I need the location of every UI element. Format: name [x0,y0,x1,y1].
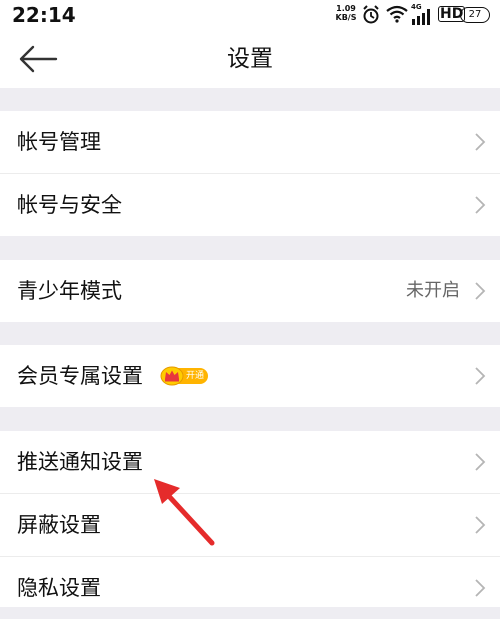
battery-icon: 27 [460,7,490,23]
chevron-right-icon [475,133,486,151]
network-speed-value: 1.09 [336,4,356,13]
cell-signal-icon: 4G [411,3,435,25]
header-bar: 设置 [0,30,500,88]
account-management-label: 帐号管理 [17,130,101,154]
annotation-arrow-icon [154,479,215,546]
member-settings-item[interactable]: 会员专属设置 开通 [0,345,500,407]
push-notification-settings-item[interactable]: 推送通知设置 [0,431,500,493]
page-title: 设置 [227,46,273,72]
account-security-item[interactable]: 帐号与安全 [0,174,500,236]
chevron-right-icon [475,516,486,534]
block-settings-label: 屏蔽设置 [17,513,101,537]
youth-mode-status: 未开启 [406,280,460,301]
chevron-right-icon [475,579,486,597]
youth-mode-label: 青少年模式 [17,279,122,303]
alarm-icon [363,5,379,24]
member-badge: 开通 [160,366,208,386]
crown-icon [160,366,184,386]
block-settings-item[interactable]: 屏蔽设置 [0,494,500,556]
network-speed: 1.09 KB/S [335,4,357,22]
chevron-right-icon [475,196,486,214]
account-security-label: 帐号与安全 [17,193,122,217]
push-notification-settings-label: 推送通知设置 [17,450,143,474]
network-speed-unit: KB/S [335,13,357,22]
chevron-right-icon [475,367,486,385]
privacy-settings-item[interactable]: 隐私设置 [0,557,500,607]
status-bar: 22:14 1.09 KB/S 4G HD 27 [0,0,500,30]
youth-mode-item[interactable]: 青少年模式 未开启 [0,260,500,322]
status-time: 22:14 [12,3,76,27]
battery-level: 27 [468,9,482,20]
privacy-settings-label: 隐私设置 [17,576,101,600]
wifi-icon [386,5,408,23]
account-management-item[interactable]: 帐号管理 [0,111,500,173]
member-settings-label: 会员专属设置 [17,364,143,388]
chevron-right-icon [475,282,486,300]
signal-bars-icon [412,9,430,25]
chevron-right-icon [475,453,486,471]
